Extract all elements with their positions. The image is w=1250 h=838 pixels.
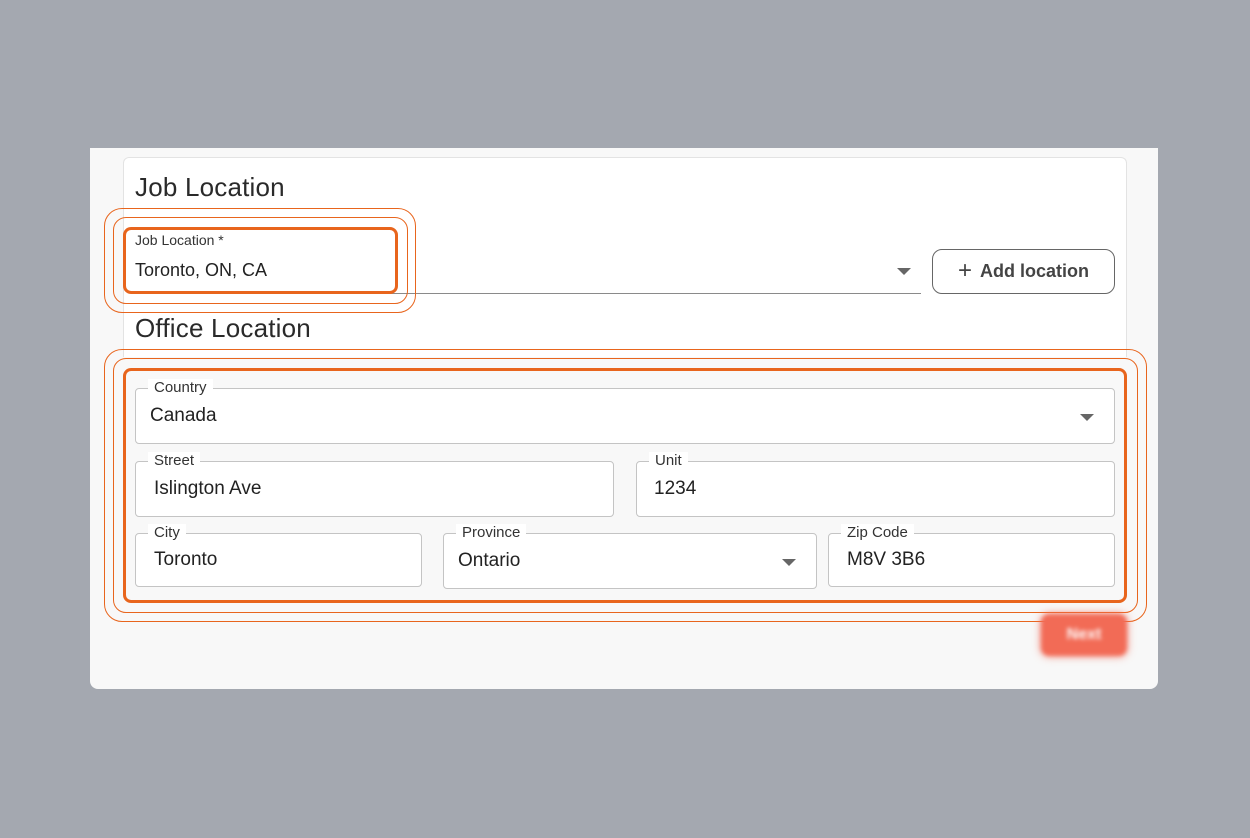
office-location-title: Office Location (135, 313, 311, 343)
street-input[interactable]: Street Islington Ave (135, 452, 614, 517)
zip-code-input[interactable]: Zip Code M8V 3B6 (828, 524, 1115, 587)
unit-input[interactable]: Unit 1234 (636, 452, 1115, 517)
zip-code-value: M8V 3B6 (847, 549, 926, 570)
next-button[interactable]: Next (1041, 614, 1127, 656)
job-location-select[interactable]: Job Location * Toronto, ON, CA (135, 226, 921, 294)
chevron-down-icon[interactable] (897, 268, 911, 275)
job-location-label: Job Location * (135, 232, 224, 248)
plus-icon: + (957, 256, 972, 284)
city-value: Toronto (154, 549, 218, 570)
job-location-value: Toronto, ON, CA (135, 260, 268, 280)
city-input[interactable]: City Toronto (135, 524, 422, 587)
country-select[interactable]: Country Canada (135, 379, 1115, 444)
job-location-title: Job Location (135, 172, 285, 202)
add-location-label: Add location (980, 261, 1089, 281)
add-location-button[interactable]: + Add location (932, 249, 1115, 294)
unit-value: 1234 (654, 478, 697, 499)
chevron-down-icon[interactable] (782, 559, 796, 566)
province-select[interactable]: Province Ontario (443, 524, 817, 589)
country-value: Canada (150, 405, 217, 426)
chevron-down-icon[interactable] (1080, 414, 1094, 421)
required-mark: * (218, 232, 224, 248)
province-value: Ontario (458, 550, 521, 571)
street-value: Islington Ave (154, 478, 262, 499)
